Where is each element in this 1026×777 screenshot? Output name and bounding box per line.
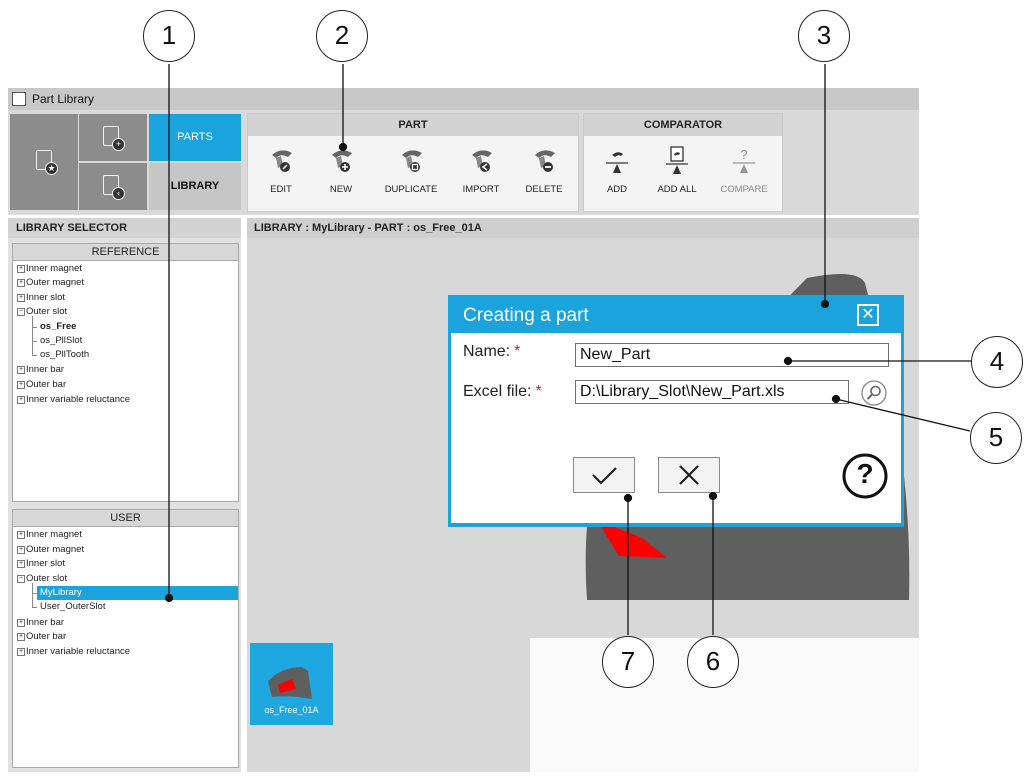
callout-lines: [164, 64, 972, 635]
callout-5: 5: [970, 412, 1022, 464]
callout-1: 1: [143, 10, 195, 62]
callout-3: 3: [798, 10, 850, 62]
callout-7: 7: [602, 636, 654, 688]
callout-2: 2: [316, 10, 368, 62]
callout-6: 6: [687, 636, 739, 688]
callout-4: 4: [971, 336, 1023, 388]
